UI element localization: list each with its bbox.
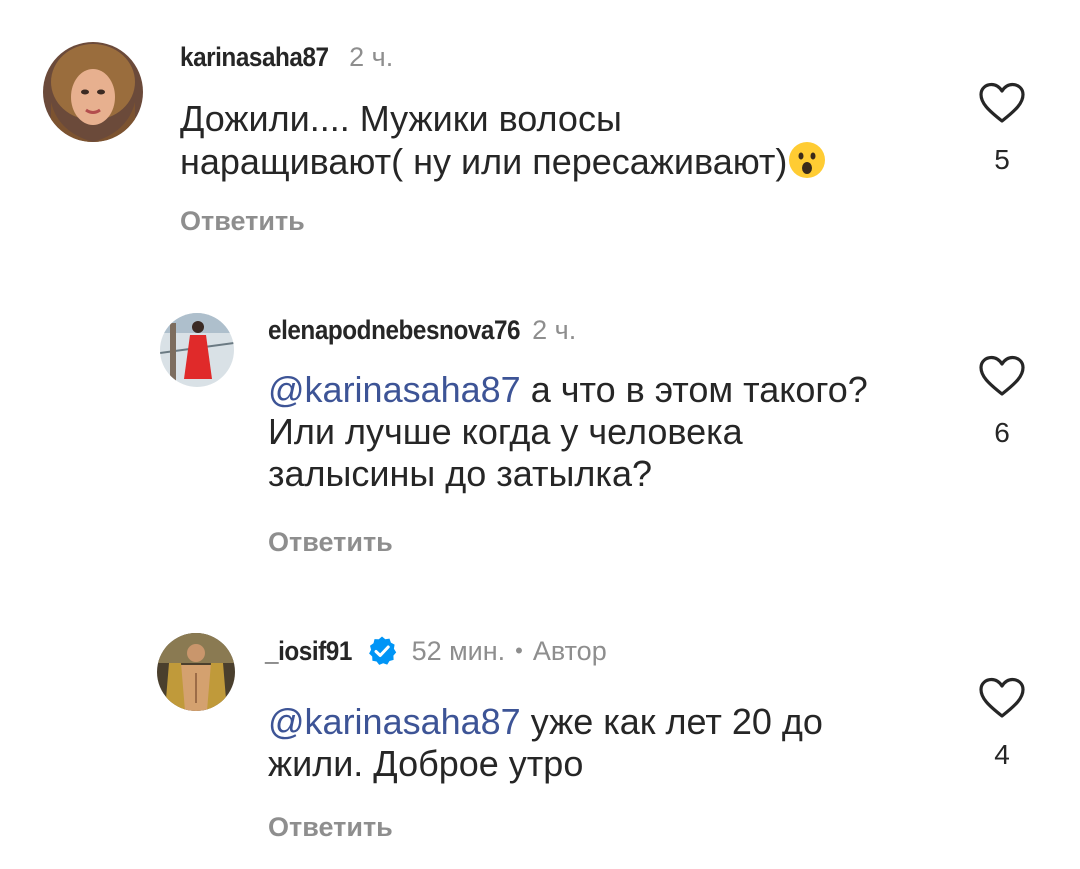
username[interactable]: elenapodnebesnova76 — [268, 315, 521, 346]
mention-link[interactable]: @karinasaha87 — [268, 369, 521, 410]
comment-text-line-2: жили. Доброе утро — [268, 743, 584, 784]
reply-button[interactable]: Ответить — [268, 812, 393, 843]
comment-text-line-1: Дожили.... Мужики волосы — [180, 98, 622, 139]
avatar[interactable] — [160, 313, 234, 387]
verified-badge-icon — [366, 635, 398, 667]
mention-link[interactable]: @karinasaha87 — [268, 701, 521, 742]
username[interactable]: _iosif91 — [265, 636, 352, 667]
comment-text-line-2-text: наращивают( ну или пересаживают) — [180, 141, 788, 182]
comment-text-line-2: наращивают( ну или пересаживают) — [180, 140, 827, 183]
timestamp: 52 мин. — [411, 635, 506, 666]
username[interactable]: karinasaha87 — [180, 42, 329, 73]
timestamp: 2 ч. — [349, 42, 394, 72]
reply-button[interactable]: Ответить — [180, 206, 305, 237]
like-control: 4 — [975, 677, 1029, 771]
heart-outline-icon[interactable] — [978, 677, 1026, 719]
avatar[interactable] — [157, 633, 235, 711]
heart-outline-icon[interactable] — [978, 82, 1026, 124]
comment-text: @karinasaha87 а что в этом такого? Или л… — [268, 369, 868, 495]
like-count: 4 — [994, 739, 1010, 770]
comment-text-line-1: @karinasaha87 уже как лет 20 до — [268, 701, 823, 743]
comment-text-line-1-text: уже как лет 20 до — [520, 701, 823, 742]
astonished-face-emoji-icon — [787, 140, 827, 180]
like-control: 6 — [975, 355, 1029, 449]
comment-text: @karinasaha87 уже как лет 20 до жили. До… — [268, 701, 823, 785]
comment-text-line-1-text: а что в этом такого? — [520, 369, 868, 410]
comment-text-line-2: Или лучше когда у человека — [268, 411, 743, 452]
comment-text: Дожили.... Мужики волосы наращивают( ну … — [180, 98, 827, 183]
heart-outline-icon[interactable] — [978, 355, 1026, 397]
separator-dot: • — [515, 638, 523, 663]
author-label: Автор — [532, 635, 607, 666]
like-control: 5 — [975, 82, 1029, 176]
comments-thread: karinasaha87 2 ч. Дожили.... Мужики воло… — [0, 0, 1080, 869]
avatar[interactable] — [43, 42, 143, 142]
like-count: 6 — [994, 417, 1010, 448]
reply-button[interactable]: Ответить — [268, 527, 393, 558]
timestamp: 2 ч. — [532, 315, 577, 345]
like-count: 5 — [994, 144, 1010, 175]
comment-text-line-1: @karinasaha87 а что в этом такого? — [268, 369, 868, 411]
comment-text-line-3: залысины до затылка? — [268, 453, 652, 494]
